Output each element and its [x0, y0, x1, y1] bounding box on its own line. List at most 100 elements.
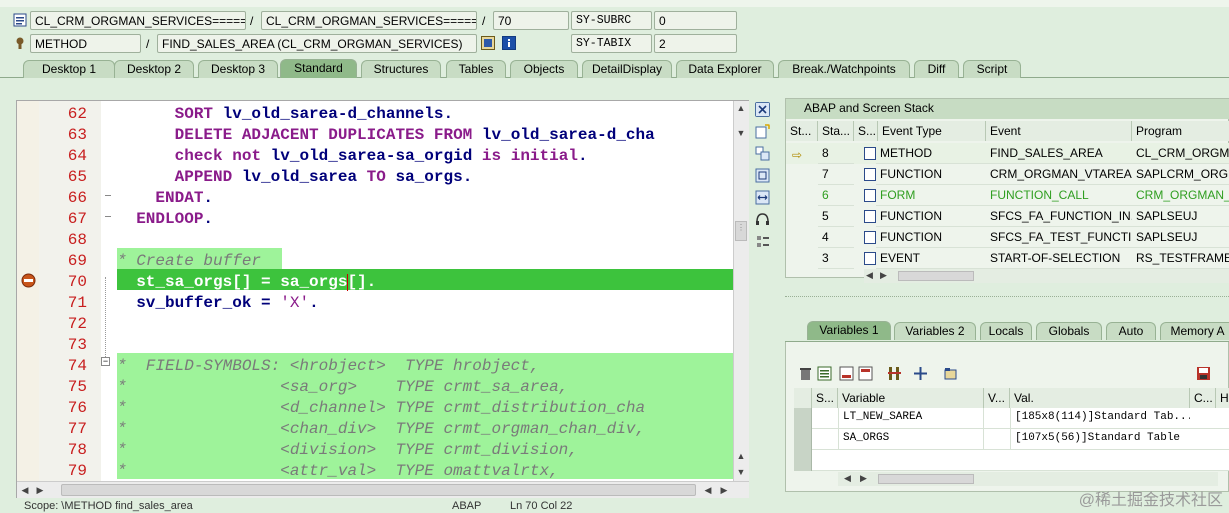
- scroll-right-icon[interactable]: ▶: [717, 483, 731, 497]
- vars-hscrollbar[interactable]: ◀ ▶: [838, 472, 1218, 486]
- sysfield-2[interactable]: SY-TABIX: [571, 34, 652, 53]
- vars-col-header[interactable]: S...: [812, 388, 838, 408]
- stack-col-header[interactable]: Sta...: [818, 121, 854, 141]
- variable-name[interactable]: SA_ORGS: [838, 429, 984, 450]
- variable-row[interactable]: [794, 450, 1229, 471]
- hscroll-thumb[interactable]: [878, 474, 974, 484]
- sysvalue-2[interactable]: 2: [654, 34, 737, 53]
- line-field[interactable]: 70: [493, 11, 569, 30]
- source-icon[interactable]: [864, 252, 876, 265]
- code-line[interactable]: * <chan_div> TYPE crmt_orgman_chan_div,: [117, 419, 733, 440]
- scroll-down-icon[interactable]: ▼: [734, 465, 748, 479]
- variable-row[interactable]: SA_ORGS [107x5(56)]Standard Table: [794, 429, 1229, 450]
- scroll-up-icon[interactable]: ▲: [734, 101, 748, 115]
- class-name-field[interactable]: CL_CRM_ORGMAN_SERVICES=======...: [30, 11, 246, 30]
- swap-tool-icon[interactable]: [755, 146, 770, 161]
- stack-row[interactable]: 7 FUNCTION CRM_ORGMAN_VTAREA... SAPLCRM_ORG…: [786, 164, 1229, 185]
- code-line[interactable]: * Create buffer: [117, 251, 733, 272]
- stack-hscrollbar[interactable]: ◀ ▶: [864, 269, 1229, 283]
- tab-tables[interactable]: Tables: [446, 60, 506, 78]
- resize-icon[interactable]: [755, 190, 770, 205]
- code-line[interactable]: ENDLOOP.: [117, 209, 733, 230]
- stack-row[interactable]: 6 FORM FUNCTION_CALL CRM_ORGMAN_V: [786, 185, 1229, 206]
- sysvalue-1[interactable]: 0: [654, 11, 737, 30]
- scroll-right-small-icon[interactable]: ▶: [33, 483, 47, 497]
- tab-data-explorer[interactable]: Data Explorer: [676, 60, 774, 78]
- code-line[interactable]: st_sa_orgs[] = sa_orgs[].: [117, 272, 733, 293]
- hscroll-thumb[interactable]: [61, 484, 696, 496]
- source-icon[interactable]: [864, 147, 876, 160]
- tab-structures[interactable]: Structures: [361, 60, 441, 78]
- stack-col-header[interactable]: Event: [986, 121, 1132, 141]
- code-line[interactable]: DELETE ADJACENT DUPLICATES FROM lv_old_s…: [117, 125, 733, 146]
- include-field[interactable]: CL_CRM_ORGMAN_SERVICES=======...: [261, 11, 477, 30]
- tab-script[interactable]: Script: [963, 60, 1021, 78]
- variable-value[interactable]: [107x5(56)]Standard Table: [1010, 429, 1190, 450]
- code-line[interactable]: * <sa_org> TYPE crmt_sa_area,: [117, 377, 733, 398]
- source-icon[interactable]: [864, 231, 876, 244]
- code-line[interactable]: SORT lv_old_sarea-d_channels.: [117, 104, 733, 125]
- tab-desktop-3[interactable]: Desktop 3: [198, 60, 278, 78]
- settings-icon[interactable]: [755, 234, 770, 249]
- source-icon[interactable]: [864, 210, 876, 223]
- delete-icon[interactable]: [798, 366, 813, 381]
- list-icon[interactable]: [817, 366, 832, 381]
- code-line[interactable]: [117, 314, 733, 335]
- scroll-up-bottom-icon[interactable]: ▲: [734, 449, 748, 463]
- info-icon[interactable]: [502, 36, 516, 50]
- stack-col-header[interactable]: S...: [854, 121, 878, 141]
- hscroll-thumb[interactable]: [898, 271, 974, 281]
- splitter-grip[interactable]: ⋮: [737, 224, 745, 240]
- variable-value[interactable]: [185x8(114)]Standard Tab...: [1010, 408, 1190, 429]
- source-icon[interactable]: [864, 168, 876, 181]
- tab-detaildisplay[interactable]: DetailDisplay: [582, 60, 672, 78]
- save-icon[interactable]: [1196, 366, 1211, 381]
- vars-col-header[interactable]: Variable: [838, 388, 984, 408]
- vars-col-header[interactable]: C...: [1190, 388, 1216, 408]
- stack-row[interactable]: ⇨ 8 METHODFIND_SALES_AREACL_CRM_ORGMAN: [786, 143, 1229, 164]
- scroll-left-icon[interactable]: ◀: [866, 270, 873, 281]
- source-icon[interactable]: [864, 189, 876, 202]
- pane-splitter[interactable]: [785, 296, 1229, 297]
- headset-icon[interactable]: [755, 212, 770, 227]
- scroll-right-icon[interactable]: ▶: [860, 473, 867, 484]
- maximize-icon[interactable]: [755, 168, 770, 183]
- code-line[interactable]: * <division> TYPE crmt_division,: [117, 440, 733, 461]
- stack-col-header[interactable]: St...: [786, 121, 818, 141]
- transfer-icon[interactable]: [913, 366, 928, 381]
- event-field[interactable]: FIND_SALES_AREA (CL_CRM_ORGMAN_SERVICES): [157, 34, 477, 53]
- source-code-editor[interactable]: − 62 SORT lv_old_sarea-d_channels. 63 DEL…: [16, 100, 749, 498]
- vars-col-header[interactable]: He: [1216, 388, 1229, 408]
- variable-name[interactable]: LT_NEW_SAREA: [838, 408, 984, 429]
- navigate-icon[interactable]: [481, 36, 495, 50]
- tab-objects[interactable]: Objects: [510, 60, 578, 78]
- stack-col-header[interactable]: Program: [1132, 121, 1229, 141]
- code-line[interactable]: [117, 230, 733, 251]
- tab-globals[interactable]: Globals: [1036, 322, 1102, 340]
- tab-auto[interactable]: Auto: [1106, 322, 1156, 340]
- variable-row[interactable]: LT_NEW_SAREA [185x8(114)]Standard Tab...: [794, 408, 1229, 429]
- import-icon[interactable]: [858, 366, 873, 381]
- vars-col-header[interactable]: Val.: [1010, 388, 1190, 408]
- tab-desktop-1[interactable]: Desktop 1: [23, 60, 115, 78]
- stack-row[interactable]: 3 EVENT START-OF-SELECTION RS_TESTFRAME_: [786, 248, 1229, 269]
- sort-icon[interactable]: [887, 366, 902, 381]
- code-line[interactable]: [117, 335, 733, 356]
- vertical-scrollbar[interactable]: ▲ ▼ ▲ ▼: [733, 101, 749, 481]
- scroll-left-end-icon[interactable]: ◀: [701, 483, 715, 497]
- stack-row[interactable]: 5 FUNCTION SFCS_FA_FUNCTION_IN... SAPLSEUJ: [786, 206, 1229, 227]
- tab-diff[interactable]: Diff: [914, 60, 959, 78]
- tab-locals[interactable]: Locals: [980, 322, 1032, 340]
- scroll-left-icon[interactable]: ◀: [844, 473, 851, 484]
- stack-row[interactable]: 4 FUNCTION SFCS_FA_TEST_FUNCTI... SAPLSEUJ: [786, 227, 1229, 248]
- code-line[interactable]: * <d_channel> TYPE crmt_distribution_cha: [117, 398, 733, 419]
- code-line[interactable]: check not lv_old_sarea-sa_orgid is initi…: [117, 146, 733, 167]
- export-icon[interactable]: [839, 366, 854, 381]
- tab-memory-analysis[interactable]: Memory A: [1160, 322, 1229, 340]
- code-line[interactable]: * <attr_val> TYPE omattvalrtx,: [117, 461, 733, 481]
- code-line[interactable]: sv_buffer_ok = 'X'.: [117, 293, 733, 314]
- object-icon[interactable]: [943, 366, 958, 381]
- vars-col-header[interactable]: V...: [984, 388, 1010, 408]
- row-selector[interactable]: [794, 429, 812, 450]
- code-line[interactable]: APPEND lv_old_sarea TO sa_orgs.: [117, 167, 733, 188]
